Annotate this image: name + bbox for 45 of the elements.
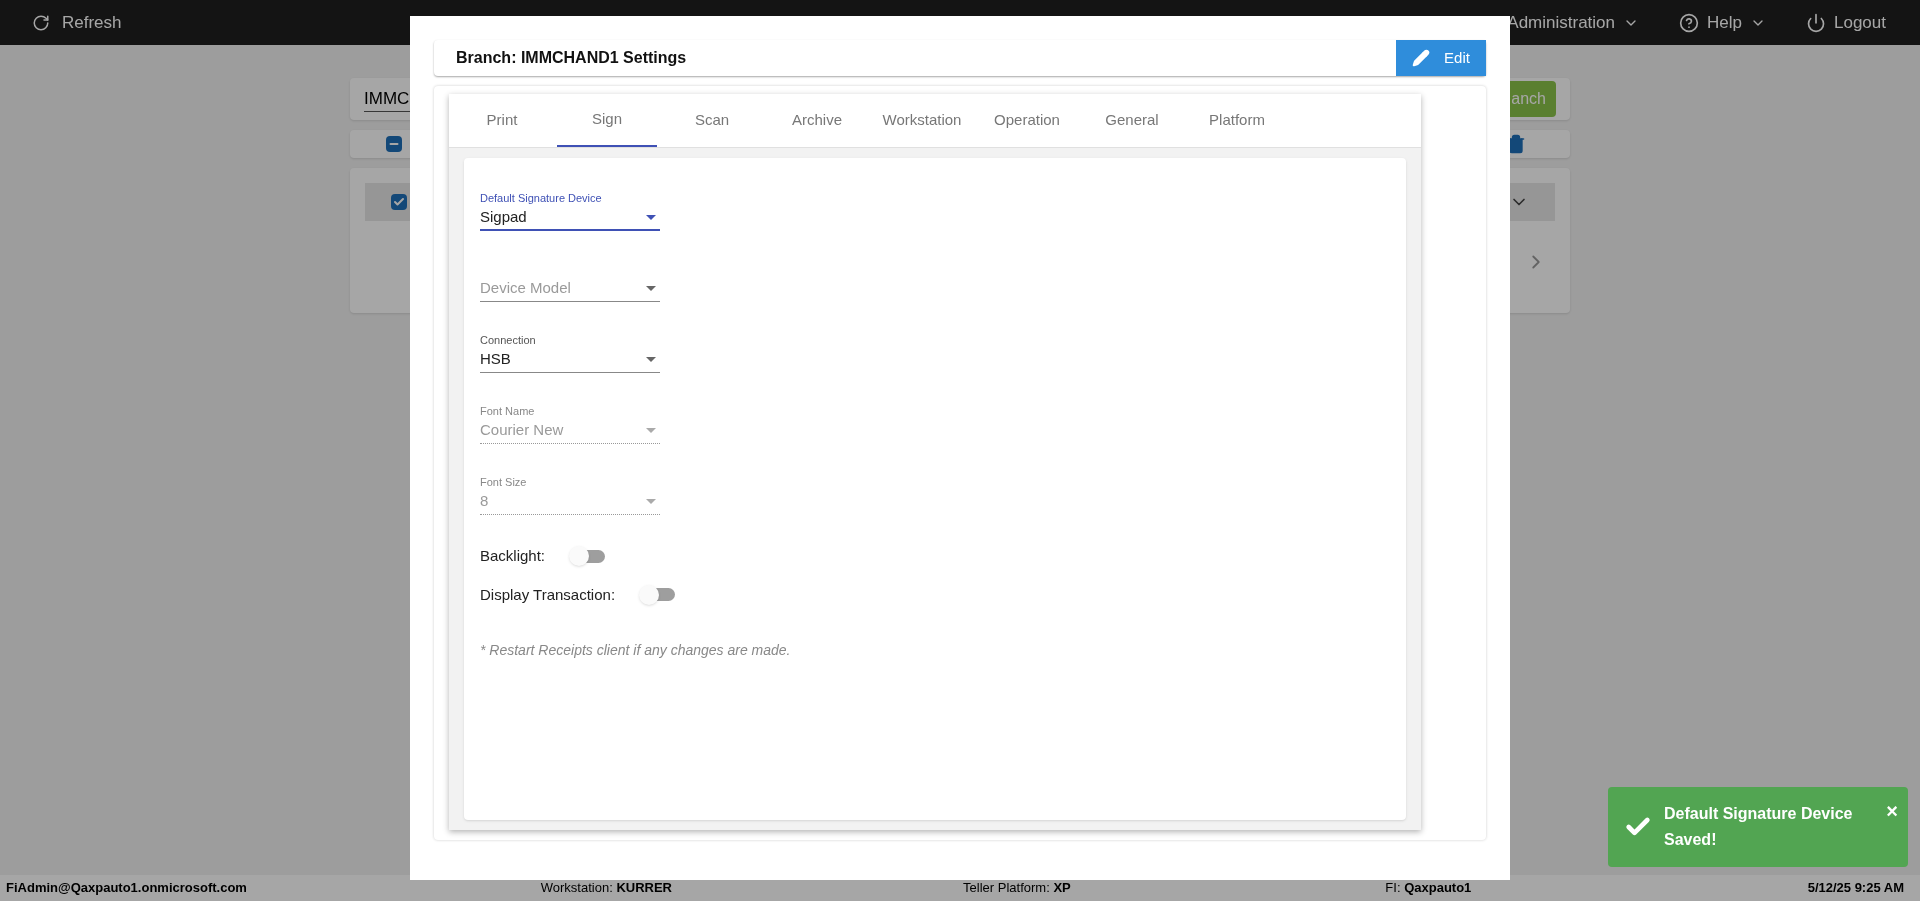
status-datetime: 5/12/25 9:25 AM bbox=[1807, 879, 1904, 898]
tab[interactable]: Platform bbox=[1187, 94, 1287, 147]
refresh-button[interactable]: Refresh bbox=[32, 9, 122, 36]
dropdown-field[interactable]: HSB bbox=[480, 347, 660, 373]
row-checkbox[interactable] bbox=[391, 194, 407, 210]
edit-button[interactable]: Edit bbox=[1396, 40, 1486, 76]
menu-button[interactable]: Logout bbox=[1806, 9, 1886, 36]
dialog-title: Branch: IMMCHAND1 Settings bbox=[456, 48, 687, 68]
pencil-icon bbox=[1412, 49, 1431, 67]
check-icon bbox=[393, 196, 405, 208]
tab[interactable]: Scan bbox=[662, 94, 762, 147]
restart-note: * Restart Receipts client if any changes are made. bbox=[480, 641, 792, 660]
tab[interactable]: Workstation bbox=[872, 94, 972, 147]
tab[interactable]: Operation bbox=[977, 94, 1077, 147]
tab[interactable]: Print bbox=[452, 94, 552, 147]
toggle-switch[interactable] bbox=[569, 546, 606, 567]
dropdown-field[interactable]: Sigpad bbox=[480, 205, 660, 231]
dropdown-arrow-icon bbox=[646, 499, 656, 504]
status-item: FI: Qaxpauto1 bbox=[1385, 879, 1473, 898]
dropdown-field: 8 bbox=[480, 489, 660, 515]
status-item: Workstation: KURRER bbox=[540, 879, 673, 898]
field-label: Connection bbox=[480, 333, 537, 348]
power-icon bbox=[1806, 12, 1826, 33]
select-all-checkbox[interactable] bbox=[386, 136, 402, 152]
toggle-switch[interactable] bbox=[639, 584, 676, 605]
switch-label: Backlight: bbox=[480, 546, 546, 566]
help-icon bbox=[1679, 12, 1700, 33]
field-label: Default Signature Device bbox=[480, 191, 603, 206]
menu-button[interactable]: Help bbox=[1679, 9, 1766, 36]
dropdown-arrow-icon bbox=[646, 286, 656, 291]
switch-label: Display Transaction: bbox=[480, 584, 616, 605]
refresh-icon bbox=[32, 13, 50, 32]
field-label: Font Size bbox=[480, 475, 528, 490]
dropdown-field: Courier New bbox=[480, 418, 660, 444]
field-label: Font Name bbox=[480, 404, 536, 419]
toast-message: Default Signature Device Saved! bbox=[1664, 804, 1854, 850]
close-button[interactable]: × bbox=[1886, 801, 1898, 821]
status-item: Teller Platform: XP bbox=[963, 879, 1072, 898]
dropdown-arrow-icon bbox=[646, 428, 656, 433]
dropdown-field[interactable]: Device Model bbox=[480, 276, 660, 302]
tab[interactable]: General bbox=[1082, 94, 1182, 147]
tab[interactable]: Archive bbox=[767, 94, 867, 147]
dropdown-arrow-icon bbox=[646, 357, 656, 362]
dropdown-arrow-icon bbox=[646, 214, 656, 220]
user-email: FiAdmin@Qaxpauto1.onmicrosoft.com bbox=[6, 879, 248, 898]
